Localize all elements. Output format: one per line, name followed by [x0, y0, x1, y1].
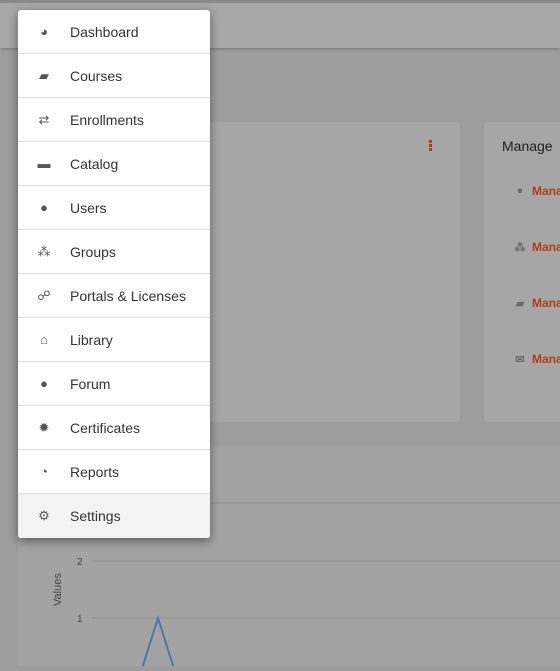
- manage-title: Manage: [502, 138, 553, 154]
- menu-item-certificates[interactable]: ✹ Certificates: [18, 406, 210, 450]
- gear-icon: ⚙: [38, 508, 50, 523]
- menu-item-label: Enrollments: [70, 111, 144, 128]
- menu-item-label: Users: [70, 199, 107, 216]
- series-line: [140, 614, 176, 671]
- envelope-icon: ✉: [515, 353, 525, 366]
- menu-item-label: Certificates: [70, 419, 141, 436]
- menu-item-enrollments[interactable]: ⇄ Enrollments: [18, 98, 210, 142]
- user-icon: ●: [516, 185, 524, 197]
- menu-item-label: Catalog: [70, 155, 119, 172]
- menu-item-label: Library: [70, 331, 113, 348]
- menu-item-label: Portals & Licenses: [70, 287, 186, 304]
- menu-item-label: Groups: [70, 243, 116, 260]
- bank-icon: ⌂: [40, 332, 48, 347]
- menu-item-catalog[interactable]: ▬ Catalog: [18, 142, 210, 186]
- menu-item-label: Reports: [70, 463, 120, 480]
- user-icon: ●: [40, 200, 48, 215]
- manage-card: Manage ● Mana ⁂ Mana ▰ Mana ✉ Mana: [484, 122, 560, 422]
- menu-item-courses[interactable]: ▰ Courses: [18, 54, 210, 98]
- menu-item-library[interactable]: ⌂ Library: [18, 318, 210, 362]
- menu-item-reports[interactable]: ◔ Reports: [18, 450, 210, 494]
- menu-item-users[interactable]: ● Users: [18, 186, 210, 230]
- manage-link-label: Mana: [532, 184, 560, 198]
- menu-item-settings[interactable]: ⚙ Settings: [18, 494, 210, 538]
- book-icon: ▰: [515, 297, 525, 310]
- manage-link-label: Mana: [532, 296, 560, 310]
- users-group-icon: ⁂: [514, 241, 526, 254]
- sitemap-icon: ☍: [37, 287, 51, 303]
- menu-item-label: Forum: [70, 375, 111, 392]
- y-tick-label: 1: [77, 614, 83, 625]
- menu-item-portals-licenses[interactable]: ☍ Portals & Licenses: [18, 274, 210, 318]
- menu-item-label: Courses: [70, 67, 123, 84]
- manage-link[interactable]: ▰ Mana: [514, 296, 560, 310]
- manage-link[interactable]: ● Mana: [514, 184, 560, 198]
- certificate-icon: ✹: [38, 419, 50, 435]
- menu-item-label: Dashboard: [70, 23, 139, 40]
- menu-item-groups[interactable]: ⁂ Groups: [18, 230, 210, 274]
- y-tick-label: 2: [77, 557, 83, 568]
- navigation-menu: ◕ Dashboard ▰ Courses ⇄ Enrollments ▬ Catalog ● U…: [18, 10, 210, 538]
- folder-icon: ▬: [37, 156, 51, 171]
- menu-item-label: Settings: [70, 508, 121, 524]
- comment-icon: ●: [40, 376, 48, 391]
- manage-link[interactable]: ✉ Mana: [514, 352, 560, 366]
- more-options-icon[interactable]: [429, 140, 433, 152]
- book-icon: ▰: [39, 67, 49, 83]
- users-group-icon: ⁂: [37, 243, 51, 259]
- pie-chart-icon: ◔: [40, 464, 48, 479]
- y-axis-label: Values: [52, 573, 64, 606]
- menu-item-forum[interactable]: ● Forum: [18, 362, 210, 406]
- manage-link-label: Mana: [532, 352, 560, 366]
- menu-item-dashboard[interactable]: ◕ Dashboard: [18, 10, 210, 54]
- dashboard-gauge-icon: ◕: [40, 24, 48, 39]
- manage-link-label: Mana: [532, 240, 560, 254]
- exchange-arrows-icon: ⇄: [38, 111, 50, 127]
- manage-link[interactable]: ⁂ Mana: [514, 240, 560, 254]
